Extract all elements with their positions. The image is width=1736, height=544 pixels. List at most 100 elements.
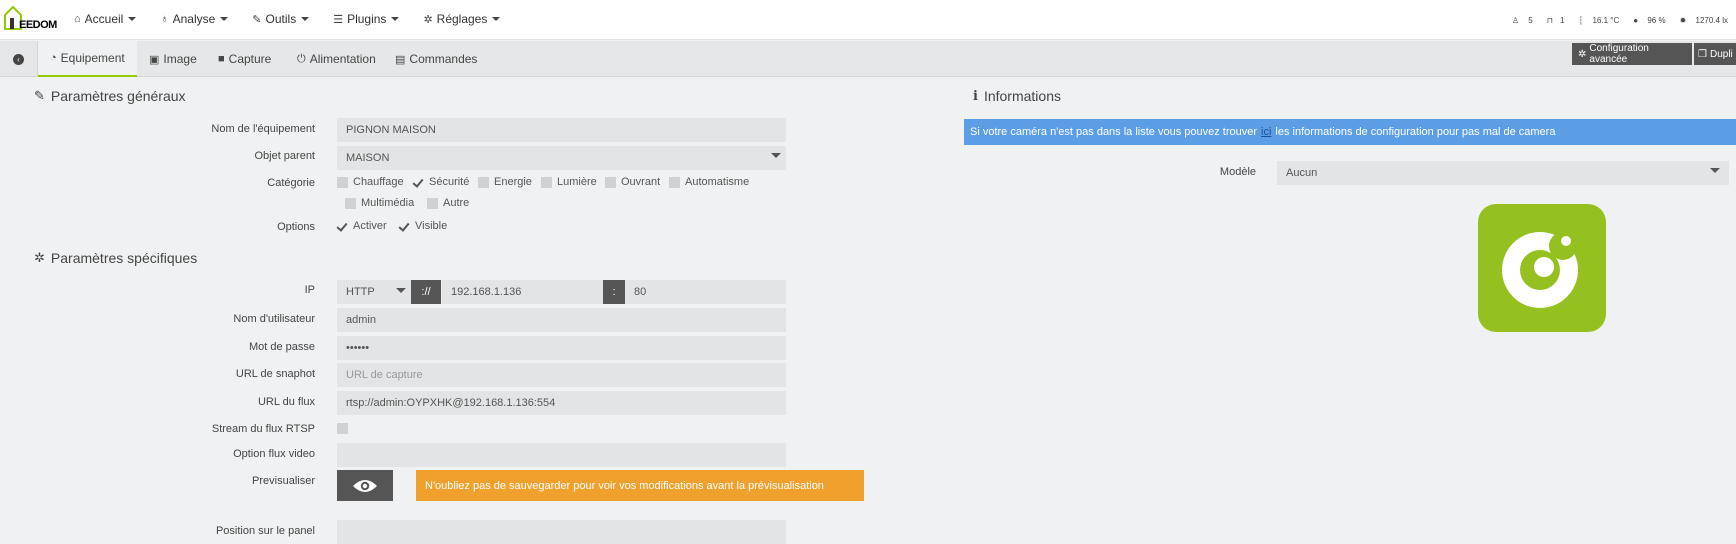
video-icon: ■	[218, 53, 225, 65]
ip-address-input[interactable]: 192.168.1.136	[442, 280, 603, 304]
chevron-down-icon	[396, 288, 406, 293]
power-icon: ⏻	[297, 52, 306, 65]
model-value: Aucun	[1286, 167, 1318, 179]
name-label: Nom de l'équipement	[211, 123, 315, 135]
nav-plugins[interactable]: ☰ Plugins	[333, 12, 400, 26]
wrench-icon: ✎	[252, 13, 262, 26]
snapshot-url-input[interactable]: URL de capture	[337, 363, 786, 387]
tab-commandes-label: Commandes	[409, 52, 478, 66]
checkbox[interactable]	[337, 423, 348, 434]
temperature-status: ┆ 16.1 °C	[1578, 16, 1620, 25]
nav-outils[interactable]: ✎ Outils	[252, 12, 310, 26]
image-icon: ▣	[149, 53, 160, 66]
back-button[interactable]: ‹	[0, 41, 38, 77]
checkbox[interactable]	[337, 176, 348, 188]
informations-title: i Informations	[973, 88, 1061, 104]
list-icon: ▤	[395, 53, 406, 66]
duplicate-label: Dupli	[1709, 48, 1733, 60]
category-chauffage[interactable]: Chauffage	[337, 176, 404, 188]
preview-button[interactable]	[337, 470, 393, 501]
arrow-left-circle-icon: ‹	[13, 53, 24, 65]
parent-label: Objet parent	[254, 150, 315, 162]
checkbox-checked[interactable]	[337, 221, 348, 232]
preview-label: Previsualiser	[252, 475, 315, 487]
drop-icon: ●	[1633, 16, 1639, 25]
parent-object-select[interactable]: MAISON	[337, 146, 786, 170]
chevron-down-icon	[220, 17, 229, 21]
panel-position-input[interactable]	[337, 520, 786, 544]
nav-analyse-label: Analyse	[172, 12, 216, 26]
checkbox[interactable]	[669, 176, 680, 188]
camera-info-banner: Si votre caméra n'est pas dans la liste …	[964, 119, 1736, 145]
stethoscope-icon: ♁	[160, 13, 169, 25]
category-energie[interactable]: Energie	[478, 176, 532, 188]
checkbox[interactable]	[478, 176, 489, 188]
stream-url-input[interactable]: rtsp://admin:OYPXHK@192.168.1.136:554	[337, 391, 786, 415]
tab-image-label: Image	[163, 52, 197, 66]
camera-plugin-logo	[1478, 204, 1606, 332]
option-visible[interactable]: Visible	[399, 220, 447, 232]
advanced-config-label: Configuration avancée	[1589, 43, 1649, 65]
banner-text-before: Si votre caméra n'est pas dans la liste …	[970, 126, 1258, 138]
camera-eye-logo-icon	[1502, 232, 1578, 308]
tab-commandes[interactable]: ▤ Commandes	[395, 41, 477, 77]
checkbox[interactable]	[605, 176, 616, 188]
equipment-name-input[interactable]: PIGNON MAISON	[337, 118, 786, 142]
tab-alimentation[interactable]: ⏻ Alimentation	[297, 41, 376, 77]
ip-label: IP	[304, 284, 315, 296]
category-lumiere[interactable]: Lumière	[541, 176, 597, 188]
checkbox-checked[interactable]	[399, 221, 410, 232]
chevron-down-icon	[492, 17, 501, 21]
video-option-label: Option flux video	[233, 448, 315, 460]
tab-equipement[interactable]: ◔ Equipement	[38, 41, 137, 77]
general-params-title-text: Paramètres généraux	[50, 88, 186, 104]
password-input[interactable]: ••••••	[337, 336, 786, 360]
password-label: Mot de passe	[248, 341, 315, 353]
general-params-title: ✎ Paramètres généraux	[34, 88, 186, 104]
jeedom-logo[interactable]: EEDOM	[4, 5, 60, 35]
duplicate-button[interactable]: ❐ Dupli	[1694, 43, 1736, 65]
checkbox-checked[interactable]	[413, 177, 424, 188]
nav-accueil[interactable]: ⌂ Accueil	[74, 12, 137, 26]
tab-bar: ‹ ◔ Equipement ▣ Image ■ Capture ⏻ Alime…	[0, 41, 1736, 77]
category-autre[interactable]: Autre	[427, 197, 469, 209]
banner-link[interactable]: ici	[1261, 126, 1271, 138]
nav-outils-label: Outils	[265, 12, 297, 26]
copy-icon: ❐	[1698, 48, 1707, 60]
rtsp-stream-checkbox[interactable]	[337, 423, 353, 434]
eye-icon	[353, 479, 377, 492]
category-ouvrant[interactable]: Ouvrant	[605, 176, 660, 188]
nav-analyse[interactable]: ♁ Analyse	[160, 12, 229, 26]
port-input[interactable]: 80	[625, 280, 786, 304]
tab-capture[interactable]: ■ Capture	[218, 41, 271, 77]
walk-icon: ♙	[1511, 16, 1520, 25]
logo-text: EEDOM	[19, 19, 57, 31]
humidity-status: ● 96 %	[1633, 16, 1666, 25]
username-label: Nom d'utilisateur	[233, 313, 315, 325]
nav-reglages-label: Réglages	[436, 12, 488, 26]
video-option-input[interactable]	[337, 443, 786, 467]
username-input[interactable]: admin	[337, 308, 786, 332]
category-securite[interactable]: Sécurité	[413, 176, 469, 188]
informations-title-text: Informations	[983, 88, 1061, 104]
parent-object-value: MAISON	[346, 152, 390, 164]
snapshot-url-label: URL de snaphot	[235, 368, 315, 380]
category-automatisme[interactable]: Automatisme	[669, 176, 749, 188]
advanced-config-button[interactable]: ✲ Configuration avancée	[1572, 43, 1692, 65]
gear-icon: ✲	[423, 13, 433, 26]
nav-reglages[interactable]: ✲ Réglages	[423, 12, 501, 26]
sun-icon: ✹	[1679, 16, 1687, 25]
model-select[interactable]: Aucun	[1277, 161, 1729, 185]
dashboard-icon: ◔	[50, 52, 57, 64]
tab-image[interactable]: ▣ Image	[149, 41, 197, 77]
options-label: Options	[277, 221, 315, 233]
option-activer[interactable]: Activer	[337, 220, 387, 232]
wrench-icon: ✎	[34, 88, 45, 103]
checkbox[interactable]	[541, 176, 552, 188]
category-multimedia[interactable]: Multimédia	[345, 197, 414, 209]
checkbox[interactable]	[345, 197, 356, 209]
door-icon: ⊓	[1546, 16, 1553, 25]
checkbox[interactable]	[427, 197, 438, 209]
info-icon: i	[973, 88, 978, 104]
tab-capture-label: Capture	[228, 52, 272, 66]
